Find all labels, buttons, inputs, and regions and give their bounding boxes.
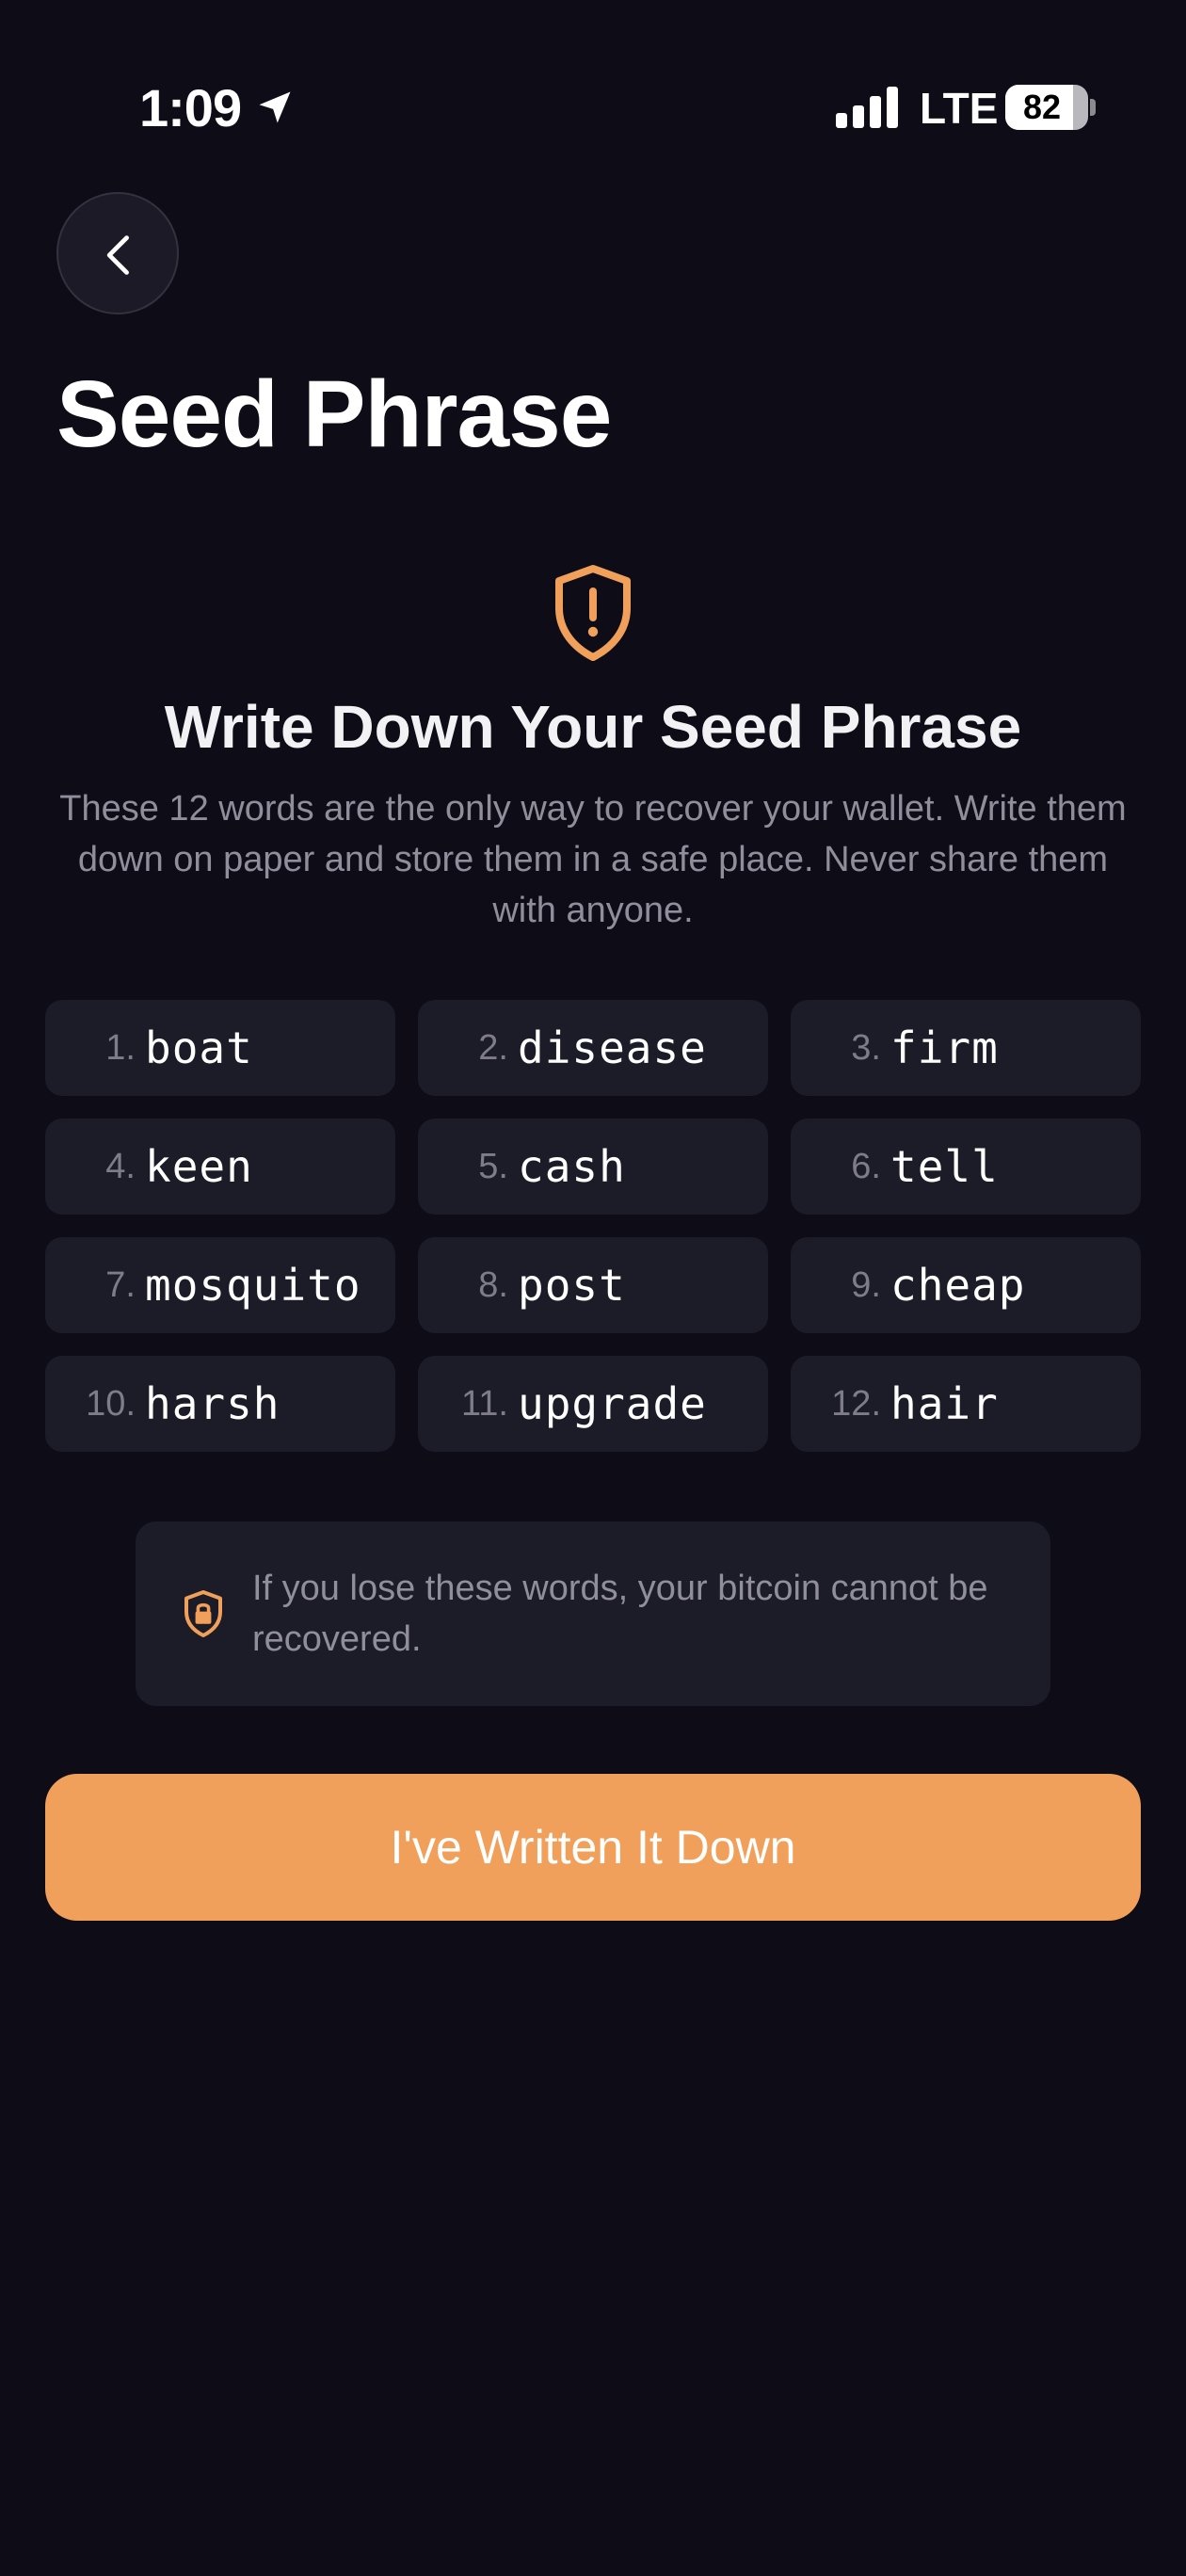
seed-word-number: 7. <box>105 1264 136 1305</box>
status-time: 1:09 <box>139 78 242 137</box>
seed-word-text: harsh <box>145 1378 280 1429</box>
section-heading: Write Down Your Seed Phrase <box>164 693 1022 761</box>
confirm-written-button[interactable]: I've Written It Down <box>45 1774 1141 1921</box>
seed-word-number: 12. <box>831 1383 881 1424</box>
seed-word-item: 6. tell <box>791 1119 1141 1215</box>
seed-word-number: 3. <box>851 1027 881 1068</box>
seed-word-text: cash <box>518 1141 626 1192</box>
shield-alert-icon <box>555 565 631 661</box>
seed-word-item: 1. boat <box>45 1000 395 1096</box>
seed-word-number: 9. <box>851 1264 881 1305</box>
seed-word-number: 5. <box>478 1146 508 1186</box>
battery-indicator: 82 <box>1005 85 1096 130</box>
chevron-left-icon <box>106 235 129 275</box>
page-title: Seed Phrase <box>56 362 612 467</box>
battery-percent: 82 <box>1022 88 1062 126</box>
seed-word-item: 10. harsh <box>45 1356 395 1452</box>
seed-word-item: 5. cash <box>418 1119 768 1215</box>
status-bar: 1:09 LTE 82 <box>0 0 1186 217</box>
seed-word-text: boat <box>145 1022 253 1073</box>
seed-word-item: 9. cheap <box>791 1237 1141 1333</box>
seed-word-text: tell <box>890 1141 999 1192</box>
seed-word-number: 4. <box>105 1146 136 1186</box>
seed-word-text: post <box>518 1260 626 1311</box>
seed-word-number: 11. <box>460 1383 508 1424</box>
seed-word-number: 1. <box>105 1027 136 1068</box>
seed-word-text: hair <box>890 1378 999 1429</box>
seed-word-text: disease <box>518 1022 707 1073</box>
warning-box: If you lose these words, your bitcoin ca… <box>136 1521 1050 1706</box>
seed-word-number: 10. <box>86 1383 136 1424</box>
seed-word-item: 4. keen <box>45 1119 395 1215</box>
cellular-signal-icon <box>836 87 898 128</box>
seed-word-grid: 1. boat 2. disease 3. firm 4. keen 5. cash 6. tell 7… <box>45 1000 1141 1452</box>
seed-word-text: firm <box>890 1022 999 1073</box>
seed-word-item: 8. post <box>418 1237 768 1333</box>
seed-word-text: mosquito <box>145 1260 361 1311</box>
seed-word-number: 6. <box>851 1146 881 1186</box>
location-arrow-icon <box>259 91 291 123</box>
seed-word-item: 2. disease <box>418 1000 768 1096</box>
seed-word-item: 11. upgrade <box>418 1356 768 1452</box>
seed-word-number: 2. <box>478 1027 508 1068</box>
warning-text: If you lose these words, your bitcoin ca… <box>252 1569 988 1659</box>
seed-word-item: 3. firm <box>791 1000 1141 1096</box>
back-button[interactable] <box>56 192 179 314</box>
network-type: LTE <box>920 84 999 133</box>
seed-word-item: 7. mosquito <box>45 1237 395 1333</box>
seed-word-text: keen <box>145 1141 253 1192</box>
seed-word-number: 8. <box>478 1264 508 1305</box>
seed-word-text: cheap <box>890 1260 1026 1311</box>
instructions-text: These 12 words are the only way to recov… <box>59 789 1127 930</box>
seed-word-text: upgrade <box>518 1378 707 1429</box>
shield-lock-icon <box>184 1590 222 1637</box>
seed-word-item: 12. hair <box>791 1356 1141 1452</box>
battery-tip <box>1090 99 1096 116</box>
